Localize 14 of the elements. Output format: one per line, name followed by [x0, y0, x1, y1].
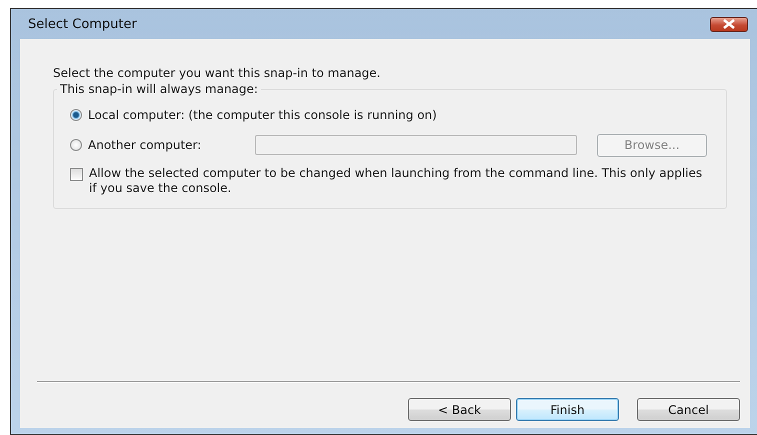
radio-button[interactable] [70, 139, 82, 151]
dialog-button[interactable]: < Back [408, 398, 511, 421]
group-label: This snap-in will always manage: [57, 82, 261, 96]
window-title: Select Computer [27, 16, 137, 32]
instruction-text: Select the computer you want this snap-in to manage. [53, 66, 382, 80]
dialog-button[interactable]: Cancel [637, 398, 740, 421]
close-icon [722, 19, 736, 29]
checkbox-label: Allow the selected computer to be changed when launching from the command line. This only applies if you save the console. [89, 166, 704, 196]
checkbox[interactable] [70, 168, 83, 181]
radio-label: Local computer: (the computer this console is running on) [88, 108, 437, 122]
radio-label: Another computer: [88, 138, 202, 152]
close-button[interactable] [710, 16, 748, 32]
dialog-button[interactable]: Finish [516, 398, 619, 421]
radio-button[interactable] [70, 109, 82, 121]
